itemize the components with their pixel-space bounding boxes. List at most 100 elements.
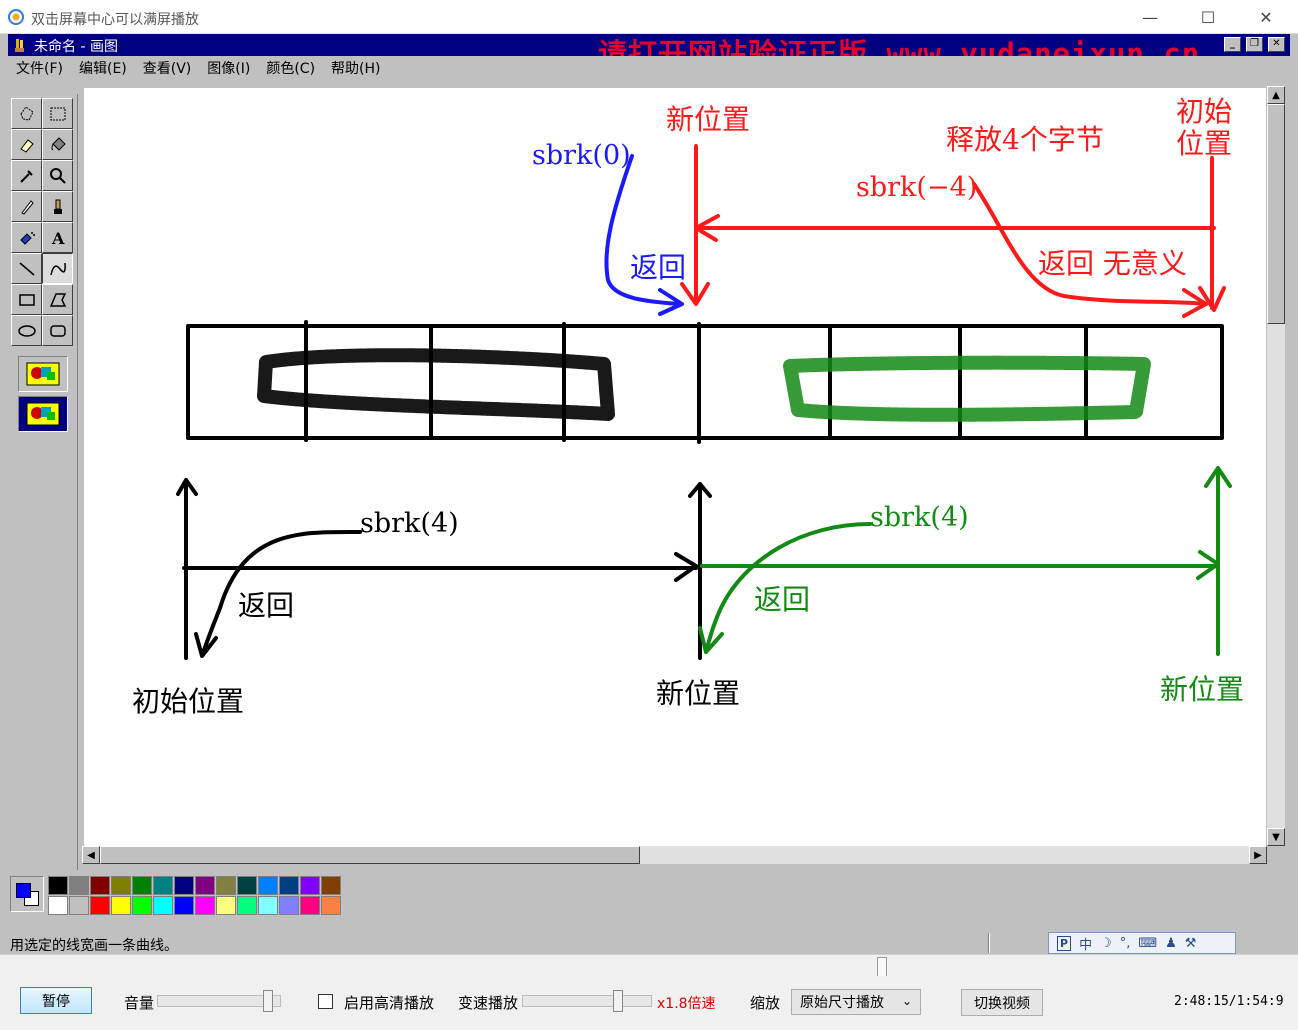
vertical-scroll-thumb[interactable] (1267, 104, 1285, 324)
palette-swatch[interactable] (132, 896, 152, 915)
playback-time: 2:48:15/1:54:9 (1174, 994, 1284, 1009)
ime-wrench-icon[interactable]: ⚒ (1185, 936, 1197, 951)
arrow-right-icon: ▶ (1254, 849, 1262, 861)
palette-swatch[interactable] (195, 896, 215, 915)
palette-swatch[interactable] (279, 896, 299, 915)
vertical-scrollbar[interactable]: ▲ ▼ (1267, 86, 1285, 846)
volume-knob[interactable] (262, 990, 273, 1012)
palette-swatch[interactable] (153, 876, 173, 895)
menu-file[interactable]: 文件(F) (16, 56, 63, 80)
ellipse-tool[interactable] (11, 315, 42, 346)
maximize-icon: ☐ (1200, 7, 1216, 27)
ime-keyboard-icon[interactable]: ⌨ (1138, 936, 1157, 951)
rect-select-icon (50, 107, 65, 120)
menu-colors[interactable]: 颜色(C) (266, 56, 315, 80)
speed-slider[interactable] (522, 990, 652, 1012)
pause-button[interactable]: 暂停 (20, 987, 92, 1014)
fill-option-transparent[interactable] (18, 356, 68, 392)
palette-swatch[interactable] (300, 876, 320, 895)
palette-swatch[interactable] (216, 876, 236, 895)
paint-minimize-button[interactable]: _ (1224, 37, 1241, 52)
label-new-position-top: 新位置 (666, 103, 751, 136)
zoom-select[interactable]: 原始尺寸播放 ⌄ (791, 989, 921, 1015)
color-palette (8, 872, 1290, 928)
curve-tool[interactable] (42, 253, 73, 284)
progress-knob[interactable] (877, 957, 888, 977)
free-select-tool[interactable] (11, 98, 42, 129)
paint-restore-button[interactable]: ❐ (1246, 37, 1263, 52)
palette-swatch[interactable] (237, 876, 257, 895)
toolbox: A (8, 94, 78, 870)
fill-tool[interactable] (42, 129, 73, 160)
palette-swatch[interactable] (90, 896, 110, 915)
fill-option-opaque[interactable] (18, 396, 68, 432)
palette-swatch[interactable] (69, 876, 89, 895)
palette-swatch[interactable] (258, 876, 278, 895)
menu-view[interactable]: 查看(V) (143, 56, 192, 80)
menu-help[interactable]: 帮助(H) (331, 56, 380, 80)
horizontal-scrollbar[interactable]: ◀ ▶ (82, 846, 1267, 864)
close-button[interactable]: ✕ (1244, 2, 1288, 32)
eraser-tool[interactable] (11, 129, 42, 160)
rounded-rect-tool[interactable] (42, 315, 73, 346)
rect-select-tool[interactable] (42, 98, 73, 129)
current-colors[interactable] (10, 876, 44, 912)
palette-swatch[interactable] (300, 896, 320, 915)
video-progress-bar[interactable] (0, 954, 1298, 977)
color-picker-tool[interactable] (11, 160, 42, 191)
minimize-button[interactable]: — (1128, 2, 1172, 32)
menu-edit[interactable]: 编辑(E) (79, 56, 127, 80)
palette-swatch[interactable] (216, 896, 236, 915)
maximize-button[interactable]: ☐ (1186, 2, 1230, 32)
palette-swatch[interactable] (48, 876, 68, 895)
palette-swatch[interactable] (48, 896, 68, 915)
horizontal-scroll-thumb[interactable] (100, 846, 640, 864)
label-initial-position-top: 初始位置 (1176, 95, 1233, 160)
ime-user-icon[interactable]: ♟ (1165, 936, 1177, 951)
palette-swatch[interactable] (321, 896, 341, 915)
menu-image[interactable]: 图像(I) (207, 56, 250, 80)
paint-close-button[interactable]: ✕ (1268, 37, 1285, 52)
ime-chinese-mode[interactable]: 中 (1079, 934, 1092, 953)
line-tool[interactable] (11, 253, 42, 284)
palette-swatch[interactable] (321, 876, 341, 895)
ime-punct-icon[interactable]: °, (1120, 936, 1131, 951)
speed-knob[interactable] (613, 990, 623, 1012)
palette-swatch[interactable] (69, 896, 89, 915)
palette-swatch[interactable] (195, 876, 215, 895)
magnifier-tool[interactable] (42, 160, 73, 191)
brush-tool[interactable] (42, 191, 73, 222)
ime-toolbar[interactable]: P 中 ☽ °, ⌨ ♟ ⚒ (1048, 932, 1236, 954)
label-return-green: 返回 (754, 583, 811, 616)
polygon-tool[interactable] (42, 284, 73, 315)
palette-swatch[interactable] (153, 896, 173, 915)
palette-swatch[interactable] (174, 896, 194, 915)
ime-moon-icon[interactable]: ☽ (1100, 936, 1112, 951)
palette-swatch[interactable] (90, 876, 110, 895)
pencil-tool[interactable] (11, 191, 42, 222)
palette-swatch[interactable] (258, 896, 278, 915)
palette-swatch[interactable] (279, 876, 299, 895)
scroll-up-button[interactable]: ▲ (1267, 86, 1285, 104)
drawing-canvas[interactable]: 新位置 释放4个字节 初始位置 sbrk(0) sbrk(−4) 返回 返回 无… (84, 88, 1266, 846)
palette-swatch[interactable] (174, 876, 194, 895)
text-tool[interactable]: A (42, 222, 73, 253)
airbrush-tool[interactable] (11, 222, 42, 253)
palette-swatch[interactable] (111, 876, 131, 895)
volume-slider[interactable] (157, 990, 281, 1012)
rectangle-tool[interactable] (11, 284, 42, 315)
switch-video-button[interactable]: 切换视频 (961, 989, 1043, 1016)
scroll-left-button[interactable]: ◀ (82, 846, 100, 864)
scroll-right-button[interactable]: ▶ (1249, 846, 1267, 864)
palette-swatch[interactable] (111, 896, 131, 915)
opaque-mode-icon (26, 402, 60, 426)
palette-swatch[interactable] (237, 896, 257, 915)
palette-swatch[interactable] (132, 876, 152, 895)
pencil-icon (20, 199, 34, 215)
hd-checkbox[interactable] (318, 994, 333, 1009)
growth-arrow-black (182, 552, 698, 582)
label-return-meaningless: 返回 无意义 (1038, 247, 1187, 280)
scroll-down-button[interactable]: ▼ (1267, 828, 1285, 846)
polygon-icon (49, 292, 66, 307)
rectangle-icon (18, 293, 35, 306)
